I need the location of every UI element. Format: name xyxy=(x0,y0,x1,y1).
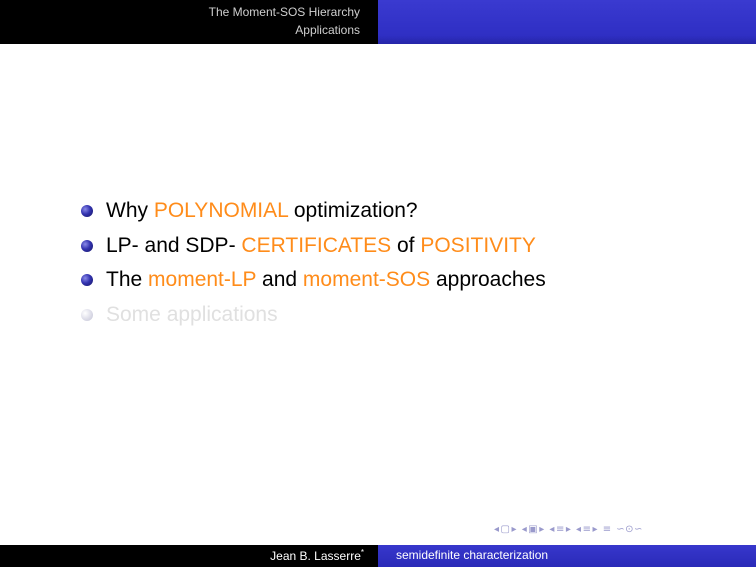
slide-header: The Moment-SOS Hierarchy Applications xyxy=(0,0,756,44)
prev-arrow-icon[interactable]: ◂ xyxy=(549,524,555,535)
outline-text: optimization? xyxy=(288,199,418,222)
author-name: Jean B. Lasserre xyxy=(270,549,361,563)
navigation-symbols: ◂▢▸ ◂▣▸ ◂≡▸ ◂≡▸ ≡ ∽⊙∽ xyxy=(494,524,644,538)
bullet-icon xyxy=(81,308,93,321)
outline-highlight: POSITIVITY xyxy=(420,233,536,257)
header-left-panel: The Moment-SOS Hierarchy Applications xyxy=(0,0,378,44)
outline-highlight: moment-SOS xyxy=(302,268,431,291)
footer-title: semidefinite characterization xyxy=(396,548,549,562)
footer-author: Jean B. Lasserre* xyxy=(270,548,364,563)
frame-icon[interactable]: ▢ xyxy=(501,524,511,535)
bullet-icon xyxy=(81,205,93,217)
prev-arrow-icon[interactable]: ◂ xyxy=(522,524,528,535)
next-arrow-icon[interactable]: ▸ xyxy=(566,524,572,535)
outline-item-dimmed: Some applications xyxy=(80,300,546,335)
footer-right-panel: semidefinite characterization xyxy=(378,545,756,567)
align-icon[interactable]: ≡ xyxy=(603,524,612,535)
outline-highlight: moment-LP xyxy=(148,268,257,291)
footer-left-panel: Jean B. Lasserre* xyxy=(0,545,378,567)
section-icon[interactable]: ≡ xyxy=(556,524,565,535)
outline-highlight: POLYNOMIAL xyxy=(153,199,289,222)
prev-arrow-icon[interactable]: ◂ xyxy=(576,524,582,535)
header-section-title[interactable]: The Moment-SOS Hierarchy xyxy=(209,5,360,19)
header-right-panel xyxy=(378,0,756,44)
search-icon[interactable]: ∽⊙∽ xyxy=(616,524,643,535)
slide-footer: Jean B. Lasserre* semidefinite character… xyxy=(0,545,756,567)
next-arrow-icon[interactable]: ▸ xyxy=(539,524,545,535)
prev-arrow-icon[interactable]: ◂ xyxy=(494,524,500,535)
header-subsection-title[interactable]: Applications xyxy=(295,23,360,37)
section-icon[interactable]: ≡ xyxy=(583,524,592,535)
outline-text: Why xyxy=(106,199,154,222)
outline-item: The moment-LP and moment-SOS approaches xyxy=(80,265,546,300)
outline-text: and xyxy=(256,268,303,291)
subsection-icon[interactable]: ▣ xyxy=(528,524,538,535)
next-arrow-icon[interactable]: ▸ xyxy=(511,524,517,535)
outline-item: LP- and SDP- CERTIFICATES of POSITIVITY xyxy=(80,231,546,266)
outline-list: Why POLYNOMIAL optimization? LP- and SDP… xyxy=(80,196,546,334)
outline-text: Some applications xyxy=(106,302,278,326)
author-mark: * xyxy=(360,548,364,557)
outline-highlight: CERTIFICATES xyxy=(241,233,392,257)
next-arrow-icon[interactable]: ▸ xyxy=(592,524,598,535)
bullet-icon xyxy=(81,274,93,286)
outline-text: LP- and SDP- xyxy=(106,233,242,257)
outline-text: of xyxy=(391,233,421,257)
bullet-icon xyxy=(81,239,93,252)
outline-text: approaches xyxy=(430,268,546,291)
outline-text: The xyxy=(106,268,149,291)
outline-item: Why POLYNOMIAL optimization? xyxy=(80,196,546,231)
